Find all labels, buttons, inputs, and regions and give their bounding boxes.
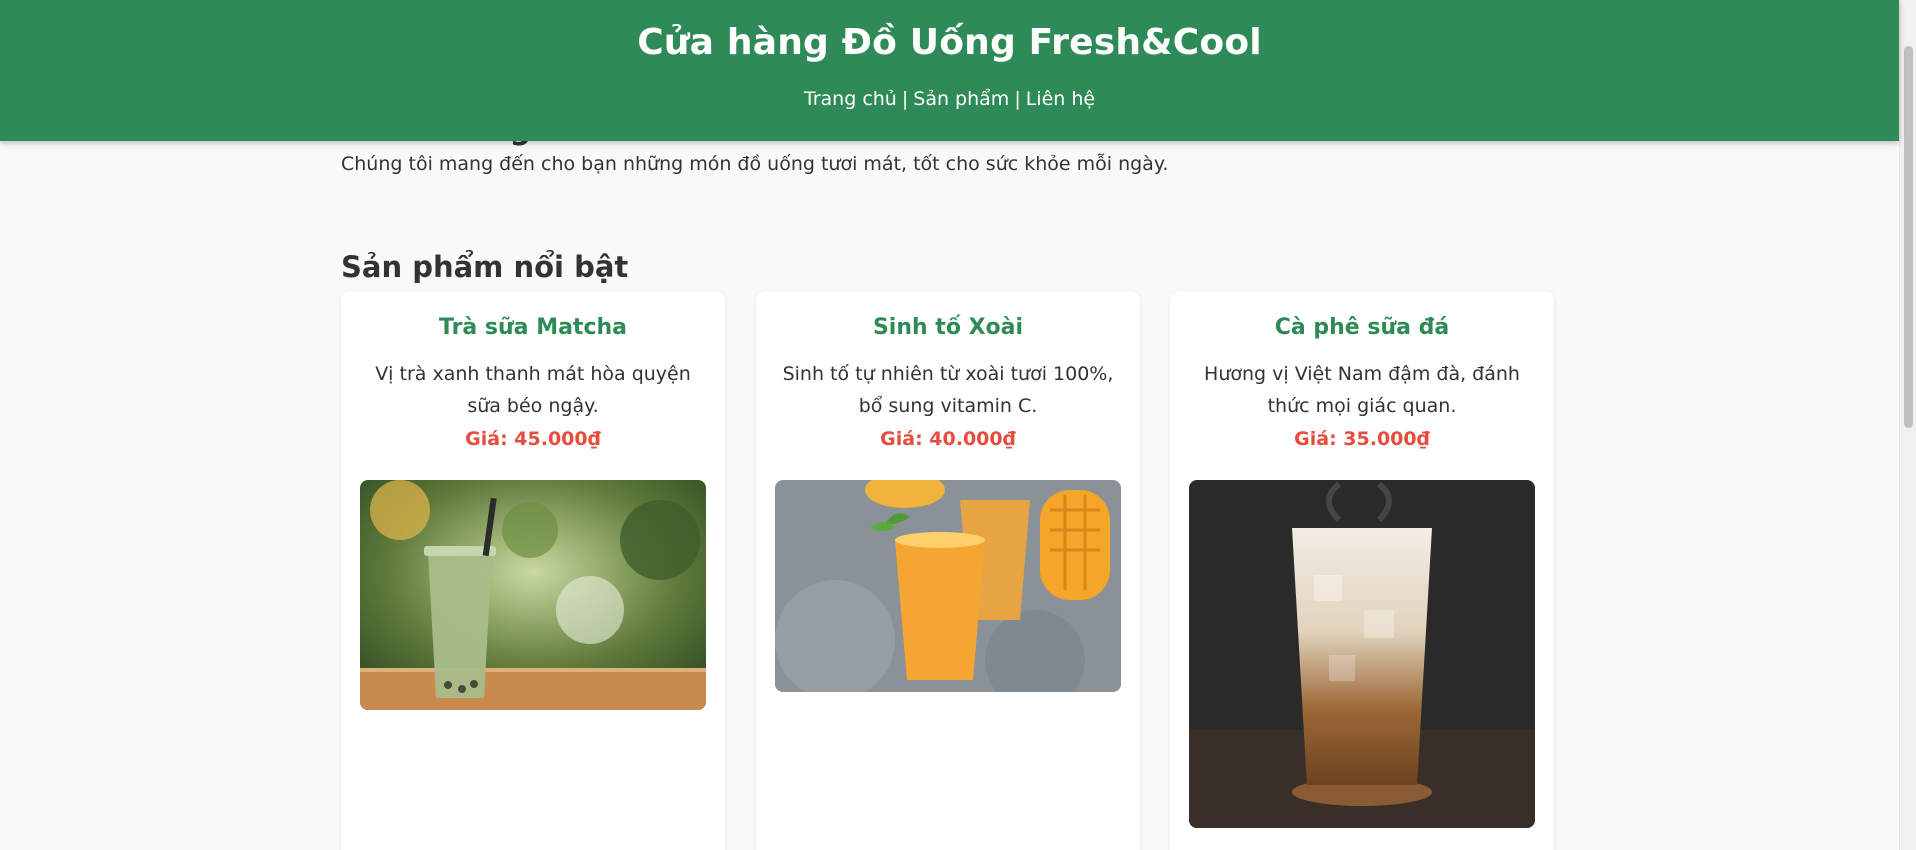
site-header: Cửa hàng Đồ Uống Fresh&Cool Trang chủ | Sả…: [0, 0, 1899, 141]
scrollbar-thumb[interactable]: [1904, 46, 1913, 428]
nav-link-contact[interactable]: Liên hệ: [1026, 88, 1095, 110]
page: Chào mừng Chúng tôi mang đến cho bạn nhữ…: [0, 0, 1916, 850]
product-price: Giá: 45.000₫: [465, 428, 601, 450]
product-price: Giá: 40.000₫: [880, 428, 1016, 450]
nav-separator: |: [901, 88, 909, 110]
product-description: Sinh tố tự nhiên từ xoài tươi 100%, bổ s…: [782, 363, 1114, 417]
product-card-iced-coffee: Cà phê sữa đá Hương vị Việt Nam đậm đà, …: [1170, 291, 1554, 850]
product-card-matcha: Trà sữa Matcha Vị trà xanh thanh mát hòa…: [341, 291, 725, 850]
intro-text: Chúng tôi mang đến cho bạn những món đồ …: [341, 153, 1169, 175]
nav-link-home[interactable]: Trang chủ: [804, 88, 897, 110]
nav-separator: |: [1014, 88, 1021, 110]
product-name: Sinh tố Xoài: [872, 315, 1024, 340]
product-name: Trà sữa Matcha: [438, 315, 627, 340]
featured-section-title: Sản phẩm nổi bật: [341, 250, 629, 284]
site-title: Cửa hàng Đồ Uống Fresh&Cool: [637, 22, 1262, 63]
product-image-iced-coffee: [1189, 480, 1535, 828]
product-name: Cà phê sữa đá: [1274, 315, 1450, 340]
nav-link-products[interactable]: Sản phẩm: [913, 88, 1009, 110]
product-description: Hương vị Việt Nam đậm đà, đánh thức mọi …: [1204, 363, 1520, 417]
vertical-scrollbar[interactable]: [1899, 0, 1916, 850]
product-image-matcha: [360, 480, 706, 710]
product-card-mango: Sinh tố Xoài Sinh tố tự nhiên từ xoài tư…: [756, 291, 1140, 850]
main-nav: Trang chủ | Sản phẩm | Liên hệ: [0, 88, 1899, 110]
product-price: Giá: 35.000₫: [1294, 428, 1430, 450]
product-description: Vị trà xanh thanh mát hòa quyện sữa béo …: [375, 363, 691, 417]
product-image-mango: [775, 480, 1121, 692]
